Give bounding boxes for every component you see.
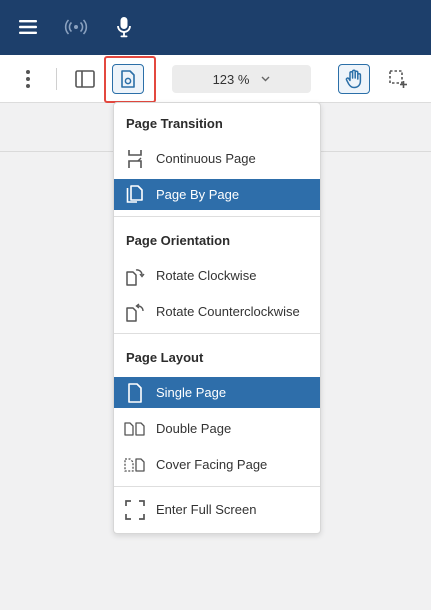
cover-facing-page-icon (114, 449, 156, 480)
hand-icon (345, 69, 362, 89)
rotate-counterclockwise-icon (114, 296, 156, 327)
menu-divider (114, 216, 320, 217)
rotate-counterclockwise-label: Rotate Counterclockwise (156, 304, 300, 319)
menu-divider (114, 486, 320, 487)
continuous-page-option[interactable]: Continuous Page (114, 143, 320, 174)
microphone-icon[interactable] (109, 13, 139, 41)
continuous-page-label: Continuous Page (156, 151, 256, 166)
double-page-option[interactable]: Double Page (114, 413, 320, 444)
cover-facing-page-label: Cover Facing Page (156, 457, 268, 472)
double-page-label: Double Page (156, 421, 232, 436)
chevron-down-icon (261, 76, 270, 82)
sidebar-toggle-icon[interactable] (69, 64, 101, 94)
hamburger-icon[interactable] (13, 13, 43, 41)
single-page-icon (114, 377, 156, 408)
view-controls-menu: Page Transition Continuous Page Page By … (113, 102, 321, 534)
menu-divider (114, 333, 320, 334)
page-by-page-icon (114, 179, 156, 210)
rotate-clockwise-option[interactable]: Rotate Clockwise (114, 260, 320, 291)
page-transition-title: Page Transition (126, 116, 223, 131)
page-layout-title: Page Layout (126, 350, 204, 365)
continuous-page-icon (114, 143, 156, 174)
zoom-value: 123 % (212, 71, 250, 87)
fullscreen-icon (114, 494, 156, 525)
broadcast-icon[interactable] (61, 13, 91, 41)
selection-tool-icon[interactable] (382, 64, 414, 94)
highlight-box (104, 56, 156, 103)
single-page-label: Single Page (156, 385, 227, 400)
rotate-clockwise-label: Rotate Clockwise (156, 268, 257, 283)
more-options-icon[interactable] (12, 64, 44, 94)
page-by-page-option[interactable]: Page By Page (114, 179, 320, 210)
enter-full-screen-option[interactable]: Enter Full Screen (114, 494, 320, 525)
pan-tool-button[interactable] (338, 64, 370, 94)
header-bar (0, 0, 431, 55)
page-orientation-title: Page Orientation (126, 233, 231, 248)
zoom-select[interactable]: 123 % (172, 65, 311, 93)
toolbar-divider (56, 68, 57, 90)
rotate-clockwise-icon (114, 260, 156, 291)
cover-facing-page-option[interactable]: Cover Facing Page (114, 449, 320, 480)
double-page-icon (114, 413, 156, 444)
rotate-counterclockwise-option[interactable]: Rotate Counterclockwise (114, 296, 320, 327)
enter-full-screen-label: Enter Full Screen (156, 502, 257, 517)
single-page-option[interactable]: Single Page (114, 377, 320, 408)
page-by-page-label: Page By Page (156, 187, 240, 202)
